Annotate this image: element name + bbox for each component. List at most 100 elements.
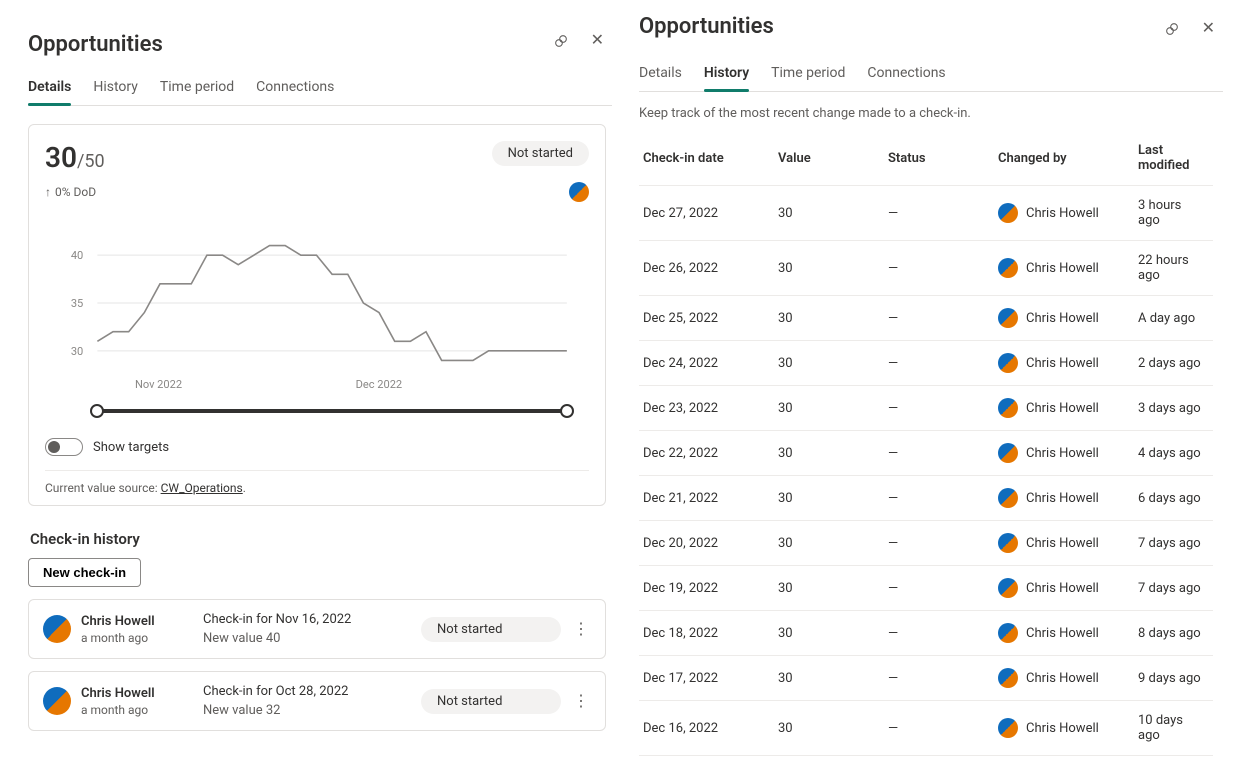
status-badge: Not started (492, 141, 589, 166)
tab-history[interactable]: History (93, 71, 138, 105)
cell-last-modified: 7 days ago (1134, 566, 1213, 611)
cell-date: Dec 17, 2022 (639, 656, 774, 701)
history-hint: Keep track of the most recent change mad… (639, 106, 1223, 121)
checkin-detail: New value 32 (203, 703, 411, 718)
copy-link-icon[interactable] (551, 31, 571, 51)
cell-date: Dec 22, 2022 (639, 431, 774, 476)
source-link[interactable]: CW_Operations (161, 481, 243, 495)
cell-date: Dec 20, 2022 (639, 521, 774, 566)
user-name: Chris Howell (1026, 446, 1099, 461)
cell-changed-by: Chris Howell (994, 476, 1134, 521)
checkin-title: Check-in for Nov 16, 2022 (203, 612, 411, 627)
cell-date: Dec 25, 2022 (639, 296, 774, 341)
cell-last-modified: 3 hours ago (1134, 186, 1213, 241)
avatar (998, 488, 1018, 508)
table-row[interactable]: Dec 21, 202230—Chris Howell6 days ago (639, 476, 1213, 521)
checkin-card[interactable]: Chris Howella month agoCheck-in for Nov … (28, 599, 606, 659)
svg-text:Nov 2022: Nov 2022 (135, 378, 182, 391)
avatar (998, 398, 1018, 418)
time-range-slider[interactable] (97, 402, 567, 420)
avatar (998, 443, 1018, 463)
checkin-user-name: Chris Howell (81, 686, 155, 701)
col-changed-by[interactable]: Changed by (994, 131, 1134, 186)
cell-last-modified: 22 hours ago (1134, 241, 1213, 296)
cell-status: — (884, 756, 994, 767)
slider-handle-right[interactable] (560, 404, 574, 418)
cell-value: 30 (774, 656, 884, 701)
table-row[interactable]: Dec 25, 202230—Chris HowellA day ago (639, 296, 1213, 341)
table-row[interactable]: Dec 15, 202230—Chris Howell11 days ago (639, 756, 1213, 767)
more-icon[interactable]: ⋮ (571, 693, 591, 709)
table-row[interactable]: Dec 16, 202230—Chris Howell10 days ago (639, 701, 1213, 756)
cell-date: Dec 19, 2022 (639, 566, 774, 611)
tab-connections[interactable]: Connections (867, 57, 945, 91)
status-badge: Not started (421, 689, 561, 714)
more-icon[interactable]: ⋮ (571, 621, 591, 637)
cell-status: — (884, 241, 994, 296)
avatar (998, 308, 1018, 328)
history-table: Check-in date Value Status Changed by La… (639, 131, 1213, 767)
avatar (998, 718, 1018, 738)
cell-status: — (884, 341, 994, 386)
cell-value: 30 (774, 701, 884, 756)
tab-connections[interactable]: Connections (256, 71, 334, 105)
cell-changed-by: Chris Howell (994, 521, 1134, 566)
svg-text:Dec 2022: Dec 2022 (356, 378, 403, 391)
status-badge: Not started (421, 617, 561, 642)
table-row[interactable]: Dec 17, 202230—Chris Howell9 days ago (639, 656, 1213, 701)
table-row[interactable]: Dec 22, 202230—Chris Howell4 days ago (639, 431, 1213, 476)
user-name: Chris Howell (1026, 626, 1099, 641)
cell-date: Dec 16, 2022 (639, 701, 774, 756)
show-targets-toggle[interactable] (45, 438, 83, 456)
cell-changed-by: Chris Howell (994, 566, 1134, 611)
table-row[interactable]: Dec 26, 202230—Chris Howell22 hours ago (639, 241, 1213, 296)
cell-last-modified: 6 days ago (1134, 476, 1213, 521)
copy-link-icon[interactable] (1162, 19, 1182, 39)
cell-date: Dec 24, 2022 (639, 341, 774, 386)
cell-value: 30 (774, 186, 884, 241)
tab-time-period[interactable]: Time period (160, 71, 234, 105)
cell-value: 30 (774, 386, 884, 431)
tab-history[interactable]: History (704, 57, 749, 91)
avatar[interactable] (569, 182, 589, 202)
table-row[interactable]: Dec 19, 202230—Chris Howell7 days ago (639, 566, 1213, 611)
col-checkin-date[interactable]: Check-in date (639, 131, 774, 186)
tab-details[interactable]: Details (639, 57, 682, 91)
checkin-section-title: Check-in history (30, 530, 606, 548)
col-last-modified[interactable]: Last modified (1134, 131, 1213, 186)
user-name: Chris Howell (1026, 311, 1099, 326)
cell-last-modified: 7 days ago (1134, 521, 1213, 566)
table-row[interactable]: Dec 20, 202230—Chris Howell7 days ago (639, 521, 1213, 566)
cell-date: Dec 15, 2022 (639, 756, 774, 767)
checkin-card[interactable]: Chris Howella month agoCheck-in for Oct … (28, 671, 606, 731)
avatar (43, 687, 71, 715)
cell-changed-by: Chris Howell (994, 386, 1134, 431)
cell-status: — (884, 611, 994, 656)
checkin-time: a month ago (81, 703, 155, 717)
metric-target: /50 (77, 151, 105, 172)
close-icon[interactable]: ✕ (1200, 19, 1217, 39)
slider-handle-left[interactable] (90, 404, 104, 418)
col-status[interactable]: Status (884, 131, 994, 186)
cell-changed-by: Chris Howell (994, 186, 1134, 241)
table-row[interactable]: Dec 18, 202230—Chris Howell8 days ago (639, 611, 1213, 656)
col-value[interactable]: Value (774, 131, 884, 186)
close-icon[interactable]: ✕ (589, 31, 606, 51)
cell-changed-by: Chris Howell (994, 341, 1134, 386)
tab-details[interactable]: Details (28, 71, 71, 105)
new-checkin-button[interactable]: New check-in (28, 558, 141, 587)
cell-changed-by: Chris Howell (994, 611, 1134, 656)
tab-time-period[interactable]: Time period (771, 57, 845, 91)
table-row[interactable]: Dec 23, 202230—Chris Howell3 days ago (639, 386, 1213, 431)
cell-value: 30 (774, 566, 884, 611)
source-row: Current value source: CW_Operations. (45, 481, 589, 495)
cell-status: — (884, 296, 994, 341)
cell-status: — (884, 186, 994, 241)
table-row[interactable]: Dec 24, 202230—Chris Howell2 days ago (639, 341, 1213, 386)
cell-date: Dec 21, 2022 (639, 476, 774, 521)
svg-text:35: 35 (71, 297, 83, 310)
cell-status: — (884, 476, 994, 521)
table-row[interactable]: Dec 27, 202230—Chris Howell3 hours ago (639, 186, 1213, 241)
avatar (998, 258, 1018, 278)
avatar (998, 203, 1018, 223)
